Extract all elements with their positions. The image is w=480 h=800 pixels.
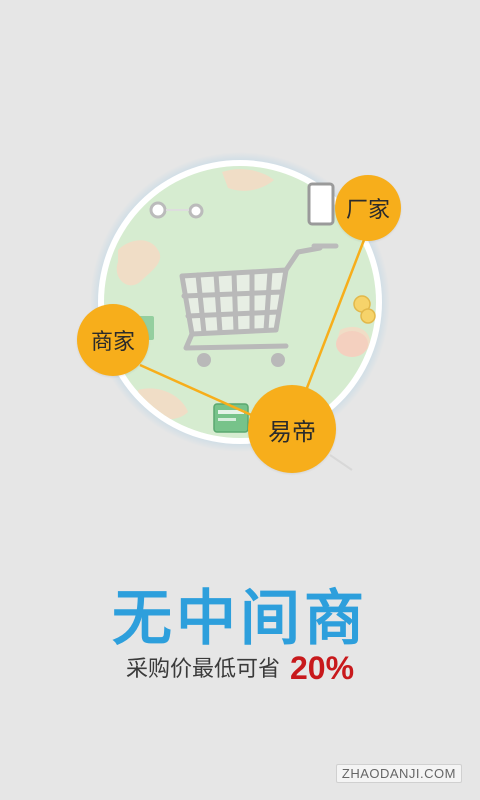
supply-chain-illustration: 厂家 商家 易帝 (0, 0, 480, 560)
headline: 无中间商 (112, 584, 368, 654)
tagline-text: 采购价最低可省 (125, 657, 280, 682)
merchant-node: 商家 (77, 304, 149, 376)
savings-percent: 20% (289, 650, 355, 686)
globe-graphic (90, 152, 390, 471)
tagline: 采购价最低可省 20% (0, 650, 480, 687)
platform-node: 易帝 (248, 385, 336, 473)
watermark: ZHAODANJI.COM (335, 764, 462, 783)
splash-screen: 厂家 商家 易帝 无中间商 采购价最低可省 20% ZHAODANJI.COM (0, 0, 480, 800)
factory-node: 厂家 (335, 175, 401, 241)
